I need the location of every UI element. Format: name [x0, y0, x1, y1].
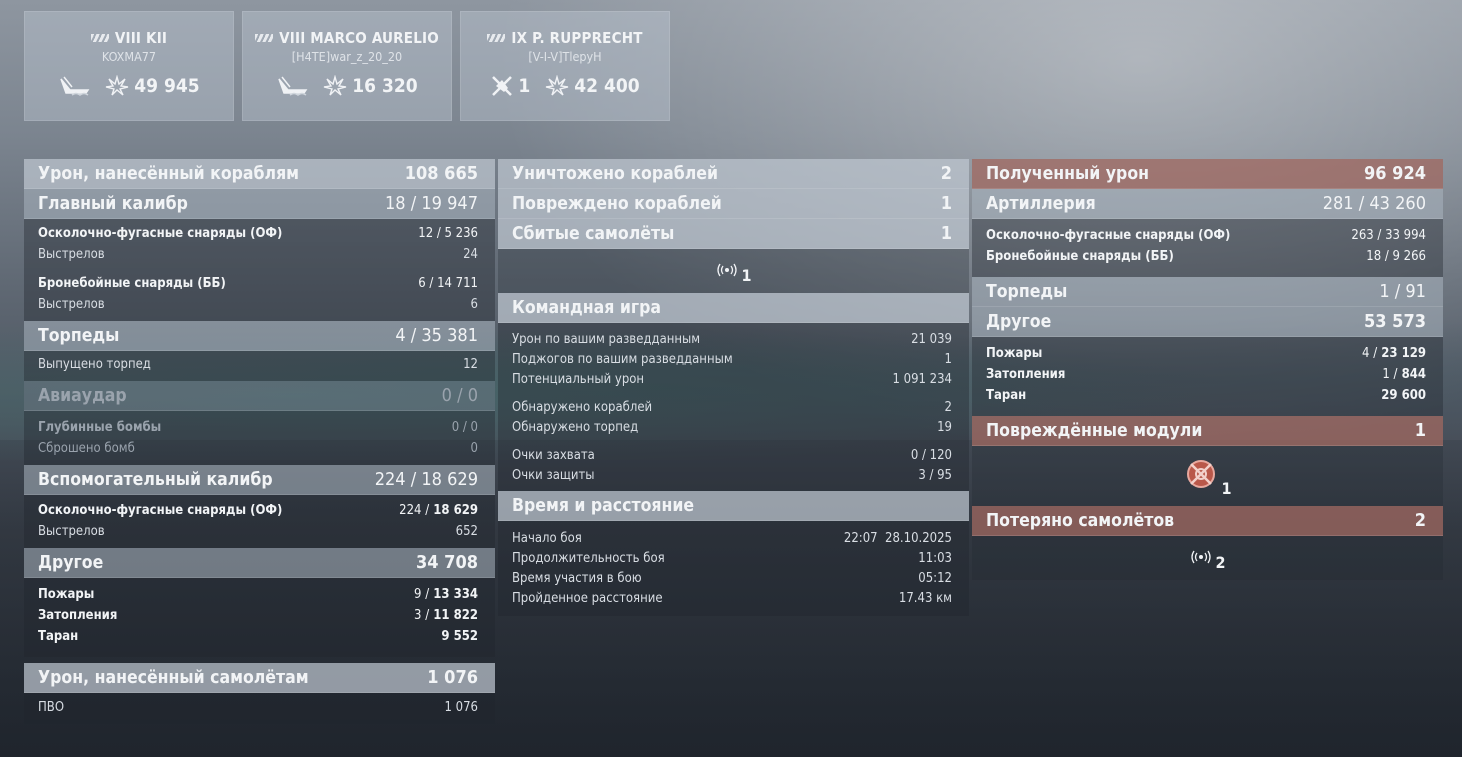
aircraft-damage-header: Урон, нанесённый самолётам 1 076: [24, 663, 495, 693]
received-header: Полученный урон 96 924: [972, 159, 1443, 189]
other-received-header: Другое 53 573: [972, 307, 1443, 337]
stat-row: Выстрелов 6: [38, 297, 478, 312]
stat-row: Поджогов по вашим разведданным 1: [512, 351, 952, 367]
stat-row: Продолжительность боя 11:03: [512, 550, 952, 566]
stat-row: Начало боя 22:07 28.10.2025: [512, 530, 952, 546]
nation-flag-icon: [90, 34, 109, 42]
stat-row: Очки захвата 0 / 120: [512, 447, 952, 463]
stat-row: Выстрелов 652: [38, 524, 478, 539]
stat-row: Осколочно-фугасные снаряды (ОФ) 12 / 5 23…: [38, 226, 478, 241]
stat-row: Обнаружено кораблей 2: [512, 399, 952, 415]
stat-row: Потенциальный урон 1 091 234: [512, 371, 952, 387]
stat-row: Затопления 1 / 844: [986, 367, 1426, 382]
stat-row: Очки защиты 3 / 95: [512, 467, 952, 483]
modules-header: Повреждённые модули 1: [972, 416, 1443, 446]
ship-name: VIII MARCO AURELIO: [279, 29, 439, 47]
stat-row: Время участия в бою 05:12: [512, 570, 952, 586]
player-name: [H4TE]war_z_20_20: [291, 49, 403, 64]
stat-row: ПВО 1 076: [38, 700, 478, 715]
planes-lost-icons: 2: [972, 536, 1443, 580]
player-name: [V-I-V]TlepyH: [528, 49, 602, 64]
stat-row: Бронебойные снаряды (ББ) 18 / 9 266: [986, 249, 1426, 264]
stat-row: Сброшено бомб 0: [38, 441, 478, 456]
damage-icon: [544, 75, 570, 97]
damage-icon: [322, 75, 348, 97]
stat-row: Урон по вашим разведданным 21 039: [512, 331, 952, 347]
stat-row: Затопления 3 / 11 822: [38, 608, 478, 623]
stat-row: Таран 9 552: [38, 629, 478, 644]
ship-destroyed-icon: [58, 74, 90, 98]
stat-row: Выпущено торпед 12: [38, 357, 478, 372]
stat-row: Осколочно-фугасные снаряды (ОФ) 263 / 33 …: [986, 228, 1426, 243]
stat-row: Пожары 9 / 13 334: [38, 587, 478, 602]
damage-value: 49 945: [134, 75, 200, 97]
section-header: Урон, нанесённый кораблям 108 665: [24, 159, 495, 189]
ship-card-3[interactable]: IX P. RUPPRECHT [V-I-V]TlepyH 1 42 400: [460, 11, 670, 121]
aircraft-icon: [1189, 549, 1213, 568]
planes-lost-header: Потеряно самолётов 2: [972, 506, 1443, 536]
modules-icons: 1: [972, 446, 1443, 506]
steering-module-icon: [1183, 456, 1219, 496]
stat-row: Глубинные бомбы 0 / 0: [38, 420, 478, 435]
torpedoes-received-header: Торпеды 1 / 91: [972, 277, 1443, 307]
stat-row: Пройденное расстояние 17.43 км: [512, 590, 952, 606]
planes-shot-header: Сбитые самолёты 1: [498, 219, 969, 249]
ship-card-1[interactable]: VIII KII KOXMA77 49 945: [24, 11, 234, 121]
other-header: Другое 34 708: [24, 548, 495, 578]
ship-name: VIII KII: [114, 29, 168, 47]
airstrike-header: Авиаудар 0 / 0: [24, 381, 495, 411]
planes-shot-icons: 1: [498, 249, 969, 293]
player-name: KOXMA77: [101, 49, 157, 64]
damage-value: 42 400: [574, 75, 640, 97]
damage-value: 16 320: [352, 75, 418, 97]
ship-name: IX P. RUPPRECHT: [511, 29, 643, 47]
summary-panel: Уничтожено кораблей 2 Повреждено кораблей…: [498, 159, 969, 616]
main-battery-header: Главный калибр 18 / 19 947: [24, 189, 495, 219]
stat-row: Осколочно-фугасные снаряды (ОФ) 224 / 18 …: [38, 503, 478, 518]
time-distance-header: Время и расстояние: [498, 491, 969, 521]
ship-card-2[interactable]: VIII MARCO AURELIO [H4TE]war_z_20_20 16 …: [242, 11, 452, 121]
damage-received-panel: Полученный урон 96 924 Артиллерия 281 / 43…: [972, 159, 1443, 580]
nation-flag-icon: [487, 34, 506, 42]
kill-icon: [490, 74, 514, 98]
ship-destroyed-icon: [276, 74, 308, 98]
artillery-header: Артиллерия 281 / 43 260: [972, 189, 1443, 219]
stat-row: Таран 29 600: [986, 388, 1426, 403]
stat-row: Пожары 4 / 23 129: [986, 346, 1426, 361]
kills-value: 1: [518, 75, 531, 97]
aircraft-icon: [715, 262, 739, 281]
damage-icon: [104, 75, 130, 97]
stat-row: Выстрелов 24: [38, 247, 478, 262]
stat-row: Бронебойные снаряды (ББ) 6 / 14 711: [38, 276, 478, 291]
secondary-header: Вспомогательный калибр 224 / 18 629: [24, 465, 495, 495]
team-play-header: Командная игра: [498, 293, 969, 323]
stat-row: Обнаружено торпед 19: [512, 419, 952, 435]
torpedoes-header: Торпеды 4 / 35 381: [24, 321, 495, 351]
nation-flag-icon: [255, 34, 274, 42]
damage-dealt-panel: Урон, нанесённый кораблям 108 665 Главный…: [24, 159, 495, 724]
destroyed-header: Уничтожено кораблей 2: [498, 159, 969, 189]
damaged-header: Повреждено кораблей 1: [498, 189, 969, 219]
